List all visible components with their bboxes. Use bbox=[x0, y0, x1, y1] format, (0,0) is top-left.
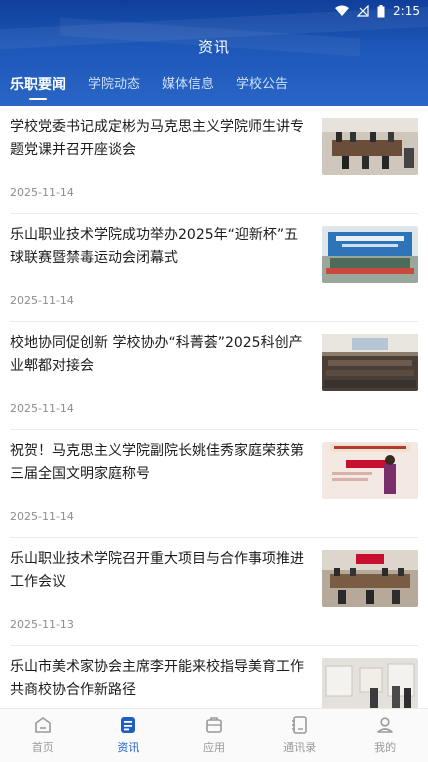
category-tabs: 乐职要闻 学院动态 媒体信息 学校公告 bbox=[0, 76, 310, 102]
apps-icon bbox=[206, 717, 222, 733]
nav-label: 通讯录 bbox=[283, 741, 317, 754]
page-title: 资讯 bbox=[197, 38, 230, 56]
wifi-icon bbox=[335, 5, 350, 16]
nav-item-apps[interactable]: 应用 bbox=[171, 709, 257, 762]
news-icon bbox=[121, 717, 136, 733]
home-icon bbox=[34, 717, 51, 733]
nav-label: 资讯 bbox=[117, 741, 140, 754]
news-title: 乐山职业技术学院成功举办2025年“迎新杯”五球联赛暨禁毒运动会闭幕式 bbox=[10, 227, 299, 266]
news-thumbnail bbox=[322, 658, 418, 708]
news-thumbnail bbox=[322, 442, 418, 499]
battery-icon bbox=[377, 4, 385, 17]
news-thumbnail bbox=[322, 118, 418, 175]
news-title: 祝贺！马克思主义学院副院长姚佳秀家庭荣获第三届全国文明家庭称号 bbox=[10, 443, 304, 482]
news-title: 学校党委书记成定彬为马克思主义学院师生讲专题党课并召开座谈会 bbox=[10, 119, 304, 158]
no-signal-icon bbox=[357, 5, 369, 17]
tab-school-notices[interactable]: 学校公告 bbox=[236, 76, 288, 94]
list-item[interactable]: 祝贺！马克思主义学院副院长姚佳秀家庭荣获第三届全国文明家庭称号 2025-11-… bbox=[10, 430, 418, 538]
news-thumbnail bbox=[322, 226, 418, 283]
news-date: 2025-11-14 bbox=[10, 186, 74, 199]
news-date: 2025-11-14 bbox=[10, 294, 74, 307]
news-date: 2025-11-13 bbox=[10, 618, 74, 631]
nav-label: 我的 bbox=[374, 741, 397, 754]
tab-college-news[interactable]: 学院动态 bbox=[88, 76, 140, 94]
contacts-icon bbox=[291, 716, 307, 734]
list-item[interactable]: 乐山市美术家协会主席李开能来校指导美育工作 共商校协合作新路径 bbox=[10, 646, 418, 708]
nav-item-news[interactable]: 资讯 bbox=[86, 709, 172, 762]
news-title: 乐山市美术家协会主席李开能来校指导美育工作 共商校协合作新路径 bbox=[10, 659, 304, 698]
list-item[interactable]: 乐山职业技术学院成功举办2025年“迎新杯”五球联赛暨禁毒运动会闭幕式 2025… bbox=[10, 214, 418, 322]
status-time: 2:15 bbox=[393, 4, 420, 18]
tab-headline-news[interactable]: 乐职要闻 bbox=[10, 76, 66, 100]
news-list: 学校党委书记成定彬为马克思主义学院师生讲专题党课并召开座谈会 2025-11-1… bbox=[0, 106, 428, 708]
list-item[interactable]: 乐山职业技术学院召开重大项目与合作事项推进工作会议 2025-11-13 bbox=[10, 538, 418, 646]
list-item[interactable]: 学校党委书记成定彬为马克思主义学院师生讲专题党课并召开座谈会 2025-11-1… bbox=[10, 106, 418, 214]
app-header: 2:15 资讯 乐职要闻 学院动态 媒体信息 学校公告 bbox=[0, 0, 428, 106]
nav-item-profile[interactable]: 我的 bbox=[342, 709, 428, 762]
nav-label: 首页 bbox=[31, 741, 54, 754]
news-title: 校地协同促创新 学校协办“科菁荟”2025科创产业郫都对接会 bbox=[10, 335, 303, 374]
nav-label: 应用 bbox=[202, 741, 225, 754]
news-date: 2025-11-14 bbox=[10, 402, 74, 415]
list-item[interactable]: 校地协同促创新 学校协办“科菁荟”2025科创产业郫都对接会 2025-11-1… bbox=[10, 322, 418, 430]
news-thumbnail bbox=[322, 550, 418, 607]
status-bar: 2:15 bbox=[335, 2, 420, 20]
bottom-nav: 首页 资讯 应用 通讯录 我的 bbox=[0, 708, 428, 762]
profile-icon bbox=[377, 717, 393, 733]
news-date: 2025-11-14 bbox=[10, 510, 74, 523]
news-title: 乐山职业技术学院召开重大项目与合作事项推进工作会议 bbox=[10, 551, 304, 590]
nav-item-contacts[interactable]: 通讯录 bbox=[257, 709, 343, 762]
tab-media-info[interactable]: 媒体信息 bbox=[162, 76, 214, 94]
nav-item-home[interactable]: 首页 bbox=[0, 709, 86, 762]
news-thumbnail bbox=[322, 334, 418, 391]
